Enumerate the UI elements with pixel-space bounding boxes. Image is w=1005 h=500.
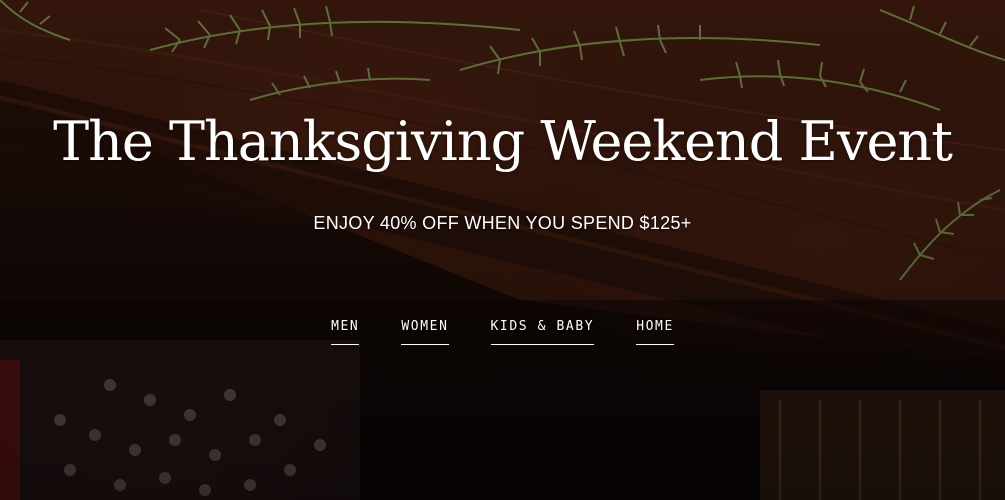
hero-headline: The Thanksgiving Weekend Event (53, 110, 953, 173)
nav-link-home[interactable]: HOME (636, 316, 674, 345)
hero-subhead: ENJOY 40% OFF WHEN YOU SPEND $125+ (313, 213, 692, 233)
hero-content: The Thanksgiving Weekend Event ENJOY 40%… (0, 0, 1005, 500)
hero-banner: The Thanksgiving Weekend Event ENJOY 40%… (0, 0, 1005, 500)
category-nav: MEN WOMEN KIDS & BABY HOME (0, 316, 1005, 345)
nav-link-women[interactable]: WOMEN (401, 316, 449, 345)
nav-link-kids-baby[interactable]: KIDS & BABY (490, 316, 595, 345)
nav-link-men[interactable]: MEN (331, 316, 360, 345)
